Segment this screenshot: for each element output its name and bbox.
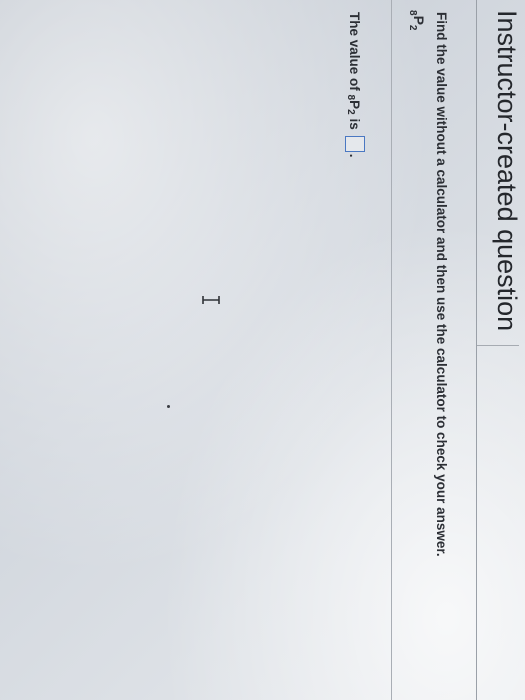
permutation-expression: 8P2 [407,10,427,30]
answer-left-subscript: 8 [345,94,357,101]
answer-symbol: P [347,100,363,110]
expression-left-subscript: 8 [407,10,418,16]
answer-verb: is [347,118,363,130]
question-screen: Instructor-created question Find the val… [0,0,525,700]
answer-suffix: . [347,153,363,158]
text-cursor-icon [202,296,220,304]
answer-row: The value of 8P2 is. [345,12,365,157]
question-instruction: Find the value without a calculator and … [434,12,449,557]
stray-dot [167,405,170,408]
question-header: Instructor-created question [476,0,525,700]
header-divider [477,345,519,346]
answer-input[interactable] [345,135,365,152]
page-title: Instructor-created question [492,10,522,332]
section-divider [391,0,392,700]
expression-symbol: P [411,15,427,25]
expression-right-subscript: 2 [407,24,418,31]
answer-prefix: The value of [347,12,363,91]
answer-right-subscript: 2 [345,109,357,115]
